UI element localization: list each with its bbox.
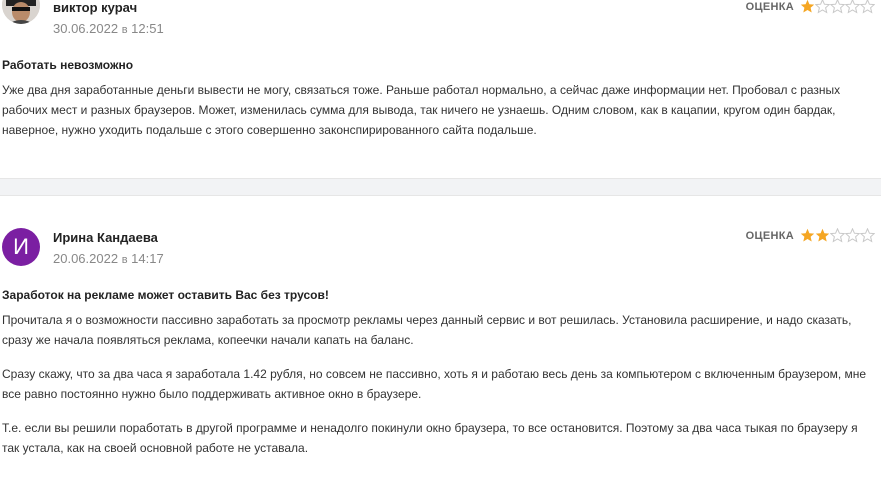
star-empty-icon <box>860 228 875 243</box>
review-date: 20.06.2022 в 14:17 <box>53 251 164 266</box>
review-paragraph: Прочитала я о возможности пассивно зараб… <box>2 313 852 347</box>
star-empty-icon <box>845 0 860 14</box>
review-rating: ОЦЕНКА <box>746 228 875 243</box>
review-separator <box>0 178 881 196</box>
star-filled-icon <box>815 228 830 242</box>
star-empty-icon <box>830 0 845 14</box>
star-empty-icon <box>815 0 830 14</box>
review-card: виктор курач 30.06.2022 в 12:51 ОЦЕНКА Р… <box>0 0 881 178</box>
star-empty-icon <box>860 0 875 14</box>
review-title: Заработок на рекламе может оставить Вас … <box>2 288 329 302</box>
review-rating: ОЦЕНКА <box>746 0 875 14</box>
review-paragraph: Сразу скажу, что за два часа я заработал… <box>2 367 867 401</box>
review-paragraph: Т.е. если вы решили поработать в другой … <box>2 421 858 455</box>
review-author[interactable]: виктор курач <box>53 0 137 15</box>
review-card: И Ирина Кандаева 20.06.2022 в 14:17 ОЦЕН… <box>0 196 881 478</box>
rating-stars <box>800 228 875 243</box>
rating-label: ОЦЕНКА <box>745 0 794 13</box>
star-empty-icon <box>845 228 860 243</box>
rating-label: ОЦЕНКА <box>745 229 794 242</box>
review-title: Работать невозможно <box>2 58 134 72</box>
user-avatar <box>2 0 40 24</box>
review-text: Прочитала я о возможности пассивно зараб… <box>2 310 871 458</box>
user-avatar: И <box>2 228 40 266</box>
review-author[interactable]: Ирина Кандаева <box>53 230 158 245</box>
star-filled-icon <box>800 0 815 13</box>
review-text: Уже два дня заработанные деньги вывести … <box>2 80 871 140</box>
star-filled-icon <box>800 228 815 242</box>
rating-stars <box>800 0 875 14</box>
review-paragraph: Уже два дня заработанные деньги вывести … <box>2 83 841 137</box>
star-empty-icon <box>830 228 845 243</box>
review-date: 30.06.2022 в 12:51 <box>53 21 164 36</box>
